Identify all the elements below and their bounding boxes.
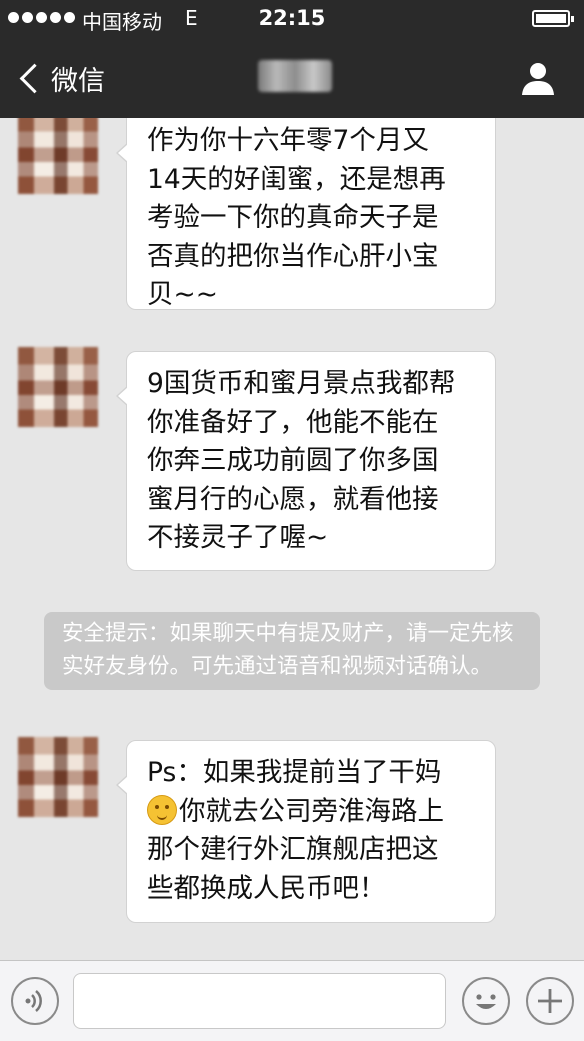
message-line: Ps：如果我提前当了干妈 xyxy=(147,757,442,788)
voice-button[interactable] xyxy=(11,977,59,1025)
avatar[interactable] xyxy=(18,737,98,817)
security-notice: 安全提示：如果聊天中有提及财产，请一定先核实好友身份。可先通过语音和视频对话确认… xyxy=(44,612,540,690)
back-label: 微信 xyxy=(51,65,105,97)
emoji-button[interactable] xyxy=(462,977,510,1025)
voice-icon xyxy=(25,990,42,1012)
avatar[interactable] xyxy=(18,347,98,427)
message-text: 作为你十六年零7个月又 14天的好闺蜜，还是想再 考验一下你的真命天子是 否真的… xyxy=(147,125,446,310)
emoji-face-icon xyxy=(476,994,496,1009)
message-text: 9国货币和蜜月景点我都帮 你准备好了，他能不能在 你奔三成功前圆了你多国 蜜月行… xyxy=(147,368,456,553)
avatar[interactable] xyxy=(18,118,98,194)
back-button[interactable]: 微信 xyxy=(16,56,105,100)
add-button[interactable] xyxy=(526,977,574,1025)
message-line: 那个建行外汇旗舰店把这 xyxy=(147,834,439,865)
chevron-left-icon xyxy=(19,63,50,93)
thinking-emoji-icon xyxy=(147,794,177,825)
status-time: 22:15 xyxy=(258,6,326,30)
status-bar: 中国移动 E 22:15 xyxy=(0,0,584,38)
chat-title-blurred xyxy=(258,60,332,92)
chat-area[interactable]: 作为你十六年零7个月又 14天的好闺蜜，还是想再 考验一下你的真命天子是 否真的… xyxy=(0,118,584,960)
message-line: 你就去公司旁淮海路上 xyxy=(147,793,479,832)
message-bubble[interactable]: 9国货币和蜜月景点我都帮 你准备好了，他能不能在 你奔三成功前圆了你多国 蜜月行… xyxy=(116,351,496,571)
message-line-text: 你就去公司旁淮海路上 xyxy=(179,795,444,827)
message-input[interactable] xyxy=(73,973,446,1029)
person-icon xyxy=(522,63,554,95)
message-bubble[interactable]: 作为你十六年零7个月又 14天的好闺蜜，还是想再 考验一下你的真命天子是 否真的… xyxy=(116,118,496,310)
input-toolbar xyxy=(0,960,584,1041)
plus-icon xyxy=(538,989,562,1013)
profile-button[interactable] xyxy=(518,58,558,98)
message-bubble[interactable]: Ps：如果我提前当了干妈 你就去公司旁淮海路上 那个建行外汇旗舰店把这 些都换成… xyxy=(116,740,496,923)
battery-icon xyxy=(532,10,574,27)
message-line: 些都换成人民币吧！ xyxy=(147,872,386,904)
nav-bar: 微信 xyxy=(0,38,584,118)
